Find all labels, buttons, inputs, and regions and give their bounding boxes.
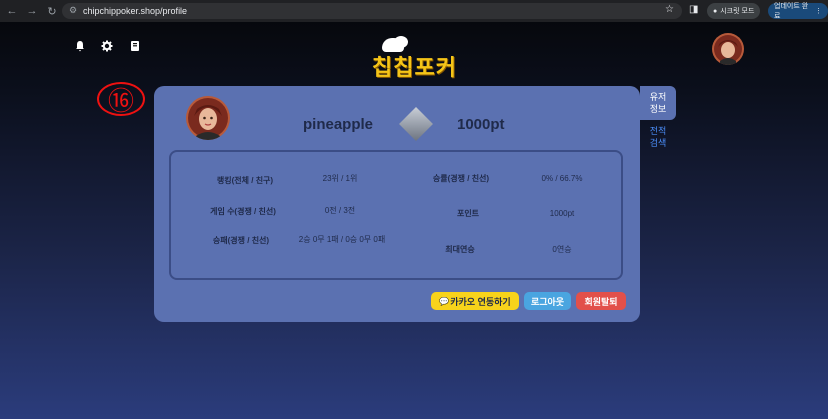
book-icon[interactable] [129,40,141,55]
back-icon[interactable]: ← [4,3,20,19]
tab-user-info-line2: 정보 [649,104,667,114]
tab-match-history[interactable]: 전적 검색 [640,120,676,154]
streak-value: 0연승 [552,245,572,254]
streak-label: 최대연승 [445,245,475,254]
record-label: 승패(경쟁 / 친선) [212,236,270,245]
bookmark-star-icon[interactable]: ☆ [665,4,674,15]
user-avatar[interactable] [712,33,744,65]
site-info-icon[interactable]: ⚙ [67,5,79,17]
incognito-label: 시크릿 모드 [720,8,755,15]
ranking-label: 랭킹(전체 / 친구) [216,176,274,185]
tab-user-info-line1: 유저 [649,92,667,102]
url-text: chipchippoker.shop/profile [83,6,188,16]
bell-icon[interactable] [74,40,86,55]
update-button[interactable]: 업데이트 완료 ⋮ [768,3,828,20]
tab-user-info[interactable]: 유저 정보 [640,86,676,120]
annotation-badge: ⑯ [97,82,145,117]
incognito-badge[interactable]: ● 시크릿 모드 [707,3,761,19]
reload-icon[interactable]: ↻ [44,3,60,19]
menu-icon: ⋮ [815,8,822,15]
logo-text: 칩칩포커 [372,56,457,81]
chef-hat-top [394,36,408,48]
tab-match-history-line2: 검색 [649,138,667,148]
withdraw-button[interactable]: 회원탈퇴 [576,292,626,310]
profile-avatar [186,96,230,140]
kakao-chat-icon: 💬 [439,296,450,306]
logo[interactable]: 칩칩포커 [372,36,460,82]
profile-points: 1000pt [457,116,505,133]
update-label: 업데이트 완료 [774,3,809,20]
incognito-icon: ● [713,7,718,15]
kakao-link-label: 카카오 연동하기 [450,296,511,307]
profile-username: pineapple [303,116,374,133]
profile-side-tabs: 유저 정보 전적 검색 [640,86,676,154]
kakao-link-button[interactable]: 💬 카카오 연동하기 [431,292,519,310]
winrate-label: 승률(경쟁 / 친선) [432,174,490,183]
games-label: 게임 수(경쟁 / 친선) [210,207,276,216]
browser-toolbar: ← → ↻ ⚙ chipchippoker.shop/profile ☆ ◨ ●… [0,0,828,22]
logout-button[interactable]: 로그아웃 [524,292,571,310]
games-value: 0전 / 3전 [324,206,356,215]
winrate-value: 0% / 66.7% [541,174,583,183]
address-bar[interactable]: ⚙ chipchippoker.shop/profile ☆ [62,3,682,19]
record-value: 2승 0무 1패 / 0승 0무 0패 [298,235,386,244]
side-panel-icon[interactable]: ◨ [689,4,698,15]
point-label: 포인트 [456,209,480,218]
point-value: 1000pt [549,209,575,218]
gear-icon[interactable] [101,40,113,55]
forward-icon[interactable]: → [24,3,40,19]
tab-match-history-line1: 전적 [649,126,667,136]
ranking-value: 23위 / 1위 [322,174,358,183]
